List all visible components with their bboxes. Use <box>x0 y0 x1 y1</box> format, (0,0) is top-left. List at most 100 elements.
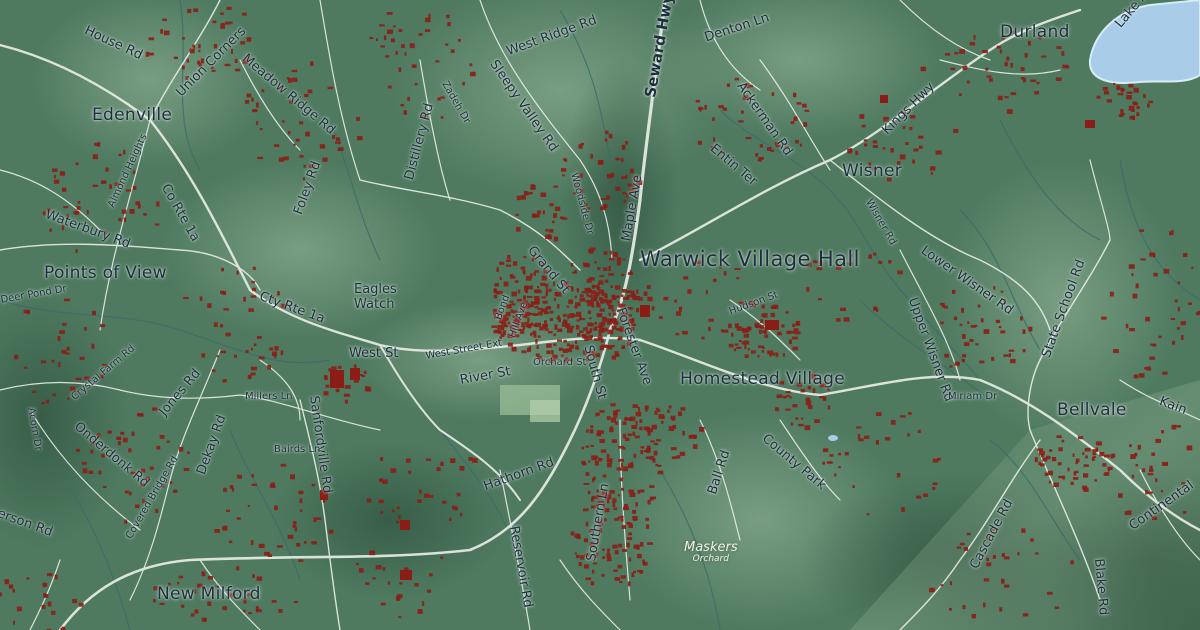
building-footprint <box>1131 474 1135 479</box>
building-footprint <box>1048 480 1052 484</box>
building-footprint <box>588 249 594 253</box>
building-footprint <box>969 339 974 342</box>
building-footprint <box>973 35 976 40</box>
building-footprint <box>66 346 70 351</box>
building-footprint <box>506 259 512 262</box>
building-footprint <box>363 370 367 374</box>
building-footprint <box>1186 445 1193 451</box>
building-footprint <box>523 295 526 300</box>
building-footprint <box>1153 253 1156 258</box>
building-footprint <box>503 281 509 287</box>
building-footprint <box>683 276 689 280</box>
building-footprint <box>67 397 70 400</box>
building-footprint <box>369 550 376 556</box>
building-footprint <box>226 6 232 10</box>
building-footprint <box>736 346 742 349</box>
building-footprint <box>375 565 382 570</box>
building-footprint <box>250 366 257 371</box>
building-footprint <box>256 102 259 108</box>
building-footprint <box>128 491 132 496</box>
building-footprint <box>676 311 682 316</box>
building-footprint <box>548 229 554 233</box>
building-footprint <box>1084 447 1091 452</box>
building-footprint <box>698 107 704 110</box>
building-large <box>1085 120 1095 128</box>
building-footprint <box>16 606 22 612</box>
building-footprint <box>310 61 314 67</box>
building-footprint <box>614 421 619 425</box>
building-footprint <box>633 570 636 574</box>
building-footprint <box>619 477 623 482</box>
building-footprint <box>58 362 61 367</box>
building-footprint <box>616 261 621 266</box>
building-footprint <box>105 167 109 172</box>
building-footprint <box>600 321 606 324</box>
building-footprint <box>651 306 655 311</box>
building-footprint <box>627 272 633 275</box>
building-footprint <box>950 67 956 71</box>
building-footprint <box>767 147 772 151</box>
building-footprint <box>574 269 577 273</box>
building-footprint <box>868 254 872 259</box>
building-footprint <box>1147 491 1153 494</box>
building-footprint <box>767 350 773 355</box>
building-footprint <box>1130 454 1136 459</box>
building-footprint <box>599 410 605 413</box>
building-footprint <box>1061 51 1065 56</box>
building-footprint <box>876 307 879 312</box>
building-footprint <box>554 206 561 211</box>
building-footprint <box>693 435 697 439</box>
building-footprint <box>516 226 521 232</box>
building-footprint <box>252 109 258 113</box>
building-footprint <box>1049 449 1053 452</box>
building-footprint <box>456 492 461 497</box>
building-footprint <box>1129 444 1132 448</box>
building-footprint <box>679 451 686 456</box>
building-footprint <box>597 325 603 328</box>
building-footprint <box>639 426 643 431</box>
building-footprint <box>588 294 594 298</box>
building-footprint <box>557 304 560 309</box>
building-footprint <box>407 96 410 101</box>
building-footprint <box>244 100 250 104</box>
building-footprint <box>628 294 633 298</box>
building-footprint <box>92 154 98 160</box>
building-footprint <box>541 296 546 299</box>
building-footprint <box>652 458 656 463</box>
building-footprint <box>77 200 81 204</box>
building-footprint <box>570 325 575 329</box>
building-footprint <box>795 323 799 326</box>
building-footprint <box>1044 472 1048 476</box>
building-footprint <box>258 356 265 360</box>
building-footprint <box>599 308 605 312</box>
poi-maskers-orchard[interactable]: Maskers Orchard <box>684 540 738 565</box>
map-canvas[interactable]: Durland Edenville Wisner Points of View … <box>0 0 1200 630</box>
building-large <box>400 520 410 530</box>
building-footprint <box>728 323 732 329</box>
building-footprint <box>980 318 984 323</box>
building-footprint <box>599 438 605 443</box>
building-footprint <box>234 58 238 63</box>
building-footprint <box>971 614 977 619</box>
building-footprint <box>770 305 775 309</box>
building-footprint <box>307 89 313 94</box>
building-footprint <box>417 609 423 614</box>
building-footprint <box>305 131 310 137</box>
building-footprint <box>604 138 608 142</box>
building-footprint <box>1008 353 1011 358</box>
place-label-new-milford: New Milford <box>157 584 261 604</box>
building-footprint <box>222 606 227 611</box>
building-footprint <box>622 192 626 195</box>
building-footprint <box>271 600 277 603</box>
building-footprint <box>800 389 806 393</box>
building-footprint <box>799 143 802 147</box>
building-footprint <box>606 453 610 459</box>
building-footprint <box>579 294 584 298</box>
building-footprint <box>1017 552 1020 556</box>
building-footprint <box>639 542 644 547</box>
building-footprint <box>382 567 386 571</box>
building-footprint <box>771 92 775 97</box>
building-footprint <box>1022 349 1026 353</box>
poi-label-warwick-village-hall[interactable]: Warwick Village Hall <box>640 249 860 270</box>
building-footprint <box>1106 99 1112 103</box>
